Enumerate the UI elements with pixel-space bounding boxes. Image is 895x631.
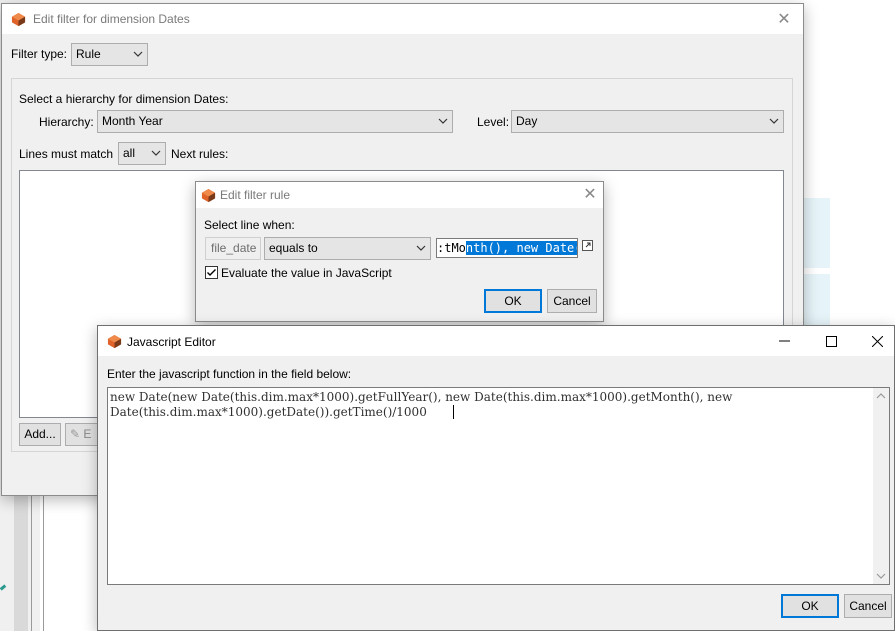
close-icon[interactable]: ✕: [575, 184, 605, 204]
js-code-editor[interactable]: new Date(new Date(this.dim.max*1000).get…: [107, 387, 890, 585]
operator-select[interactable]: equals to: [264, 237, 431, 260]
filter-dialog-titlebar: Edit filter for dimension Dates ✕: [2, 4, 803, 34]
hierarchy-prompt: Select a hierarchy for dimension Dates:: [19, 92, 229, 106]
background-divider: [31, 495, 32, 631]
filter-type-value: Rule: [76, 47, 101, 61]
background-divider: [43, 495, 44, 631]
js-editor-titlebar: Javascript Editor: [98, 326, 894, 356]
match-select[interactable]: all: [118, 142, 166, 165]
scroll-down-icon[interactable]: [876, 571, 886, 581]
minimize-icon[interactable]: [779, 340, 790, 342]
level-value: Day: [516, 114, 538, 128]
expand-editor-icon[interactable]: [582, 240, 593, 251]
javascript-checkbox[interactable]: [205, 266, 218, 279]
app-icon: [107, 334, 122, 349]
rule-dialog: Edit filter rule ✕ Select line when: fil…: [195, 181, 604, 322]
match-label: Lines must match: [19, 147, 114, 161]
js-ok-label: OK: [801, 599, 819, 613]
js-editor-title: Javascript Editor: [127, 335, 216, 349]
js-editor-instruction: Enter the javascript function in the fie…: [107, 367, 352, 381]
select-line-label: Select line when:: [204, 218, 295, 232]
value-input-text: :tMo: [437, 241, 466, 255]
rule-cancel-button[interactable]: Cancel: [547, 289, 597, 313]
rule-dialog-titlebar: Edit filter rule ✕: [196, 182, 603, 208]
edit-rule-button[interactable]: ✎ E: [65, 423, 101, 446]
checkmark-icon: [207, 269, 216, 276]
rule-dialog-title: Edit filter rule: [220, 188, 291, 202]
app-icon: [201, 188, 216, 203]
field-name-value: file_date: [211, 241, 257, 255]
js-editor-scrollbar[interactable]: [873, 388, 889, 584]
js-cancel-button[interactable]: Cancel: [844, 594, 892, 618]
text-cursor: [453, 405, 454, 419]
rule-cancel-label: Cancel: [553, 294, 591, 308]
javascript-checkbox-label: Evaluate the value in JavaScript: [221, 266, 392, 280]
background-scroll-strip: [14, 495, 28, 631]
maximize-icon[interactable]: [826, 336, 837, 347]
value-input-selection: nth(), new Date(: [465, 241, 577, 255]
chevron-down-icon: [151, 150, 161, 156]
next-rules-label: Next rules:: [171, 147, 229, 161]
add-rule-button[interactable]: Add...: [19, 423, 61, 446]
js-code-text: new Date(new Date(this.dim.max*1000).get…: [110, 390, 733, 419]
value-input[interactable]: :tMonth(), new Date(: [436, 238, 578, 258]
chevron-down-icon: [438, 118, 448, 124]
level-select[interactable]: Day: [511, 110, 784, 133]
chevron-down-icon: [416, 245, 426, 251]
app-icon: [11, 12, 26, 27]
chevron-down-icon: [133, 51, 143, 57]
close-icon[interactable]: [872, 336, 883, 347]
operator-value: equals to: [269, 241, 318, 255]
close-icon[interactable]: ✕: [769, 9, 799, 29]
hierarchy-select[interactable]: Month Year: [97, 110, 453, 133]
chevron-down-icon: [769, 118, 779, 124]
edit-rule-label: E: [83, 427, 92, 441]
hierarchy-label: Hierarchy:: [39, 115, 94, 129]
match-value: all: [123, 146, 136, 160]
filter-type-label: Filter type:: [11, 47, 68, 61]
scroll-up-icon[interactable]: [876, 391, 886, 401]
background-panel: [802, 274, 830, 326]
filter-dialog-title: Edit filter for dimension Dates: [33, 12, 190, 26]
js-cancel-label: Cancel: [849, 599, 887, 613]
background-panel: [802, 198, 830, 268]
filter-type-select[interactable]: Rule: [71, 43, 148, 66]
rule-ok-label: OK: [504, 294, 522, 308]
level-label: Level:: [477, 115, 510, 129]
add-rule-label: Add...: [24, 427, 56, 441]
js-editor-dialog: Javascript Editor Enter the javascript f…: [97, 325, 895, 631]
edit-icon: ✎: [70, 427, 81, 441]
js-ok-button[interactable]: OK: [781, 594, 839, 618]
hierarchy-value: Month Year: [102, 114, 163, 128]
field-name-box: file_date: [205, 237, 261, 260]
rule-ok-button[interactable]: OK: [484, 289, 542, 313]
